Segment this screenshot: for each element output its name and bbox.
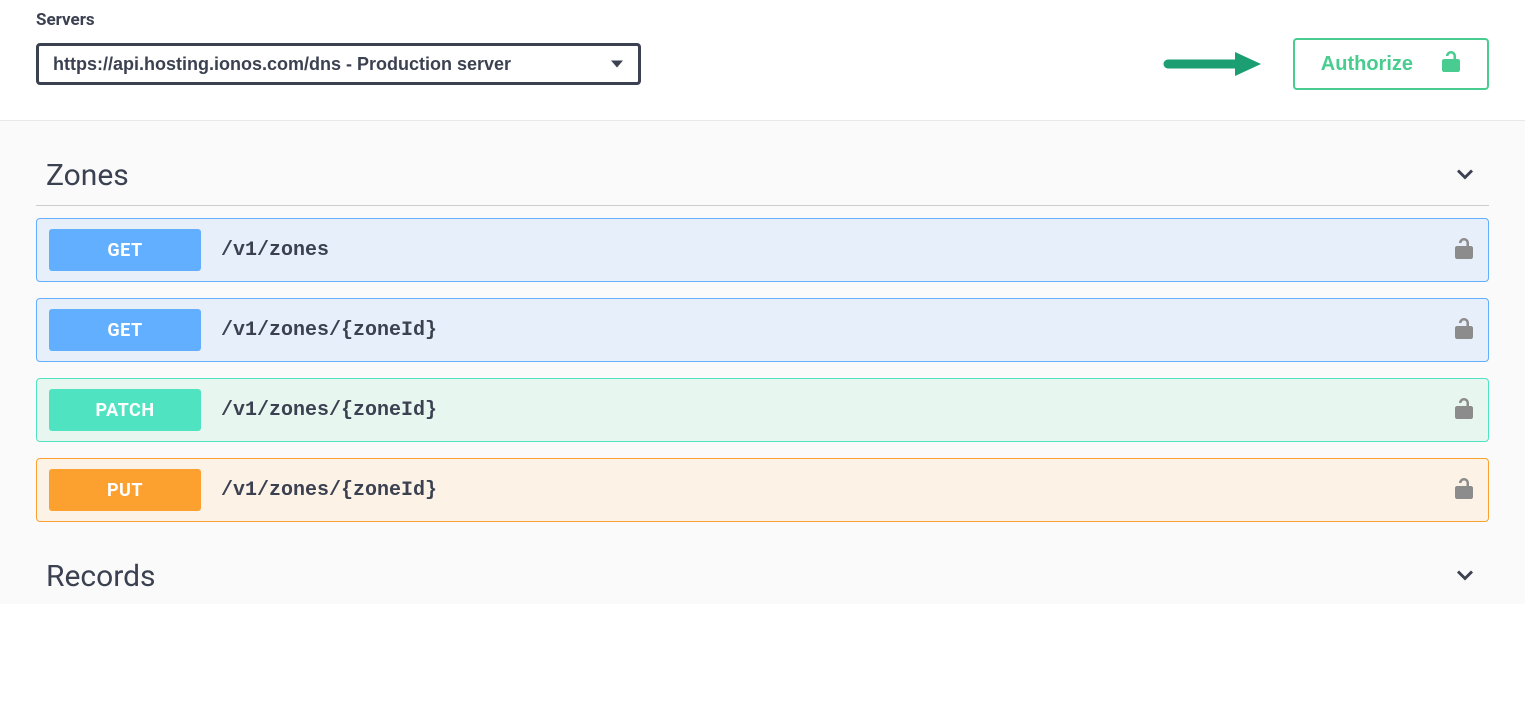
lock-icon [1454,397,1474,423]
unlock-icon [1441,50,1461,78]
top-row: https://api.hosting.ionos.com/dns - Prod… [36,38,1489,90]
endpoint-path: /v1/zones/{zoneId} [221,399,1454,422]
method-badge: GET [49,229,201,271]
zones-section-header[interactable]: Zones [36,146,1489,206]
chevron-down-icon [1451,561,1479,593]
server-select-wrapper: https://api.hosting.ionos.com/dns - Prod… [36,43,641,85]
endpoint-row-put-zone[interactable]: PUT /v1/zones/{zoneId} [36,458,1489,522]
endpoint-row-get-zone-by-id[interactable]: GET /v1/zones/{zoneId} [36,298,1489,362]
endpoint-path: /v1/zones [221,239,1454,262]
zones-title: Zones [46,158,129,193]
records-title: Records [46,559,156,594]
records-section-header[interactable]: Records [36,547,1489,594]
endpoint-row-patch-zone[interactable]: PATCH /v1/zones/{zoneId} [36,378,1489,442]
servers-label: Servers [36,10,1489,30]
method-badge: PUT [49,469,201,511]
endpoint-row-get-zones[interactable]: GET /v1/zones [36,218,1489,282]
records-section: Records [36,547,1489,594]
endpoint-path: /v1/zones/{zoneId} [221,319,1454,342]
server-select[interactable]: https://api.hosting.ionos.com/dns - Prod… [36,43,641,85]
authorize-label: Authorize [1321,53,1413,76]
method-badge: PATCH [49,389,201,431]
method-badge: GET [49,309,201,351]
authorize-button[interactable]: Authorize [1293,38,1489,90]
arrow-annotation-icon [1163,49,1263,79]
right-controls: Authorize [1163,38,1489,90]
main-section: Zones GET /v1/zones GET /v1/zones/{zoneI… [0,121,1525,604]
lock-icon [1454,317,1474,343]
lock-icon [1454,477,1474,503]
chevron-down-icon [1451,160,1479,192]
endpoint-path: /v1/zones/{zoneId} [221,479,1454,502]
lock-icon [1454,237,1474,263]
servers-section: Servers https://api.hosting.ionos.com/dn… [0,0,1525,121]
